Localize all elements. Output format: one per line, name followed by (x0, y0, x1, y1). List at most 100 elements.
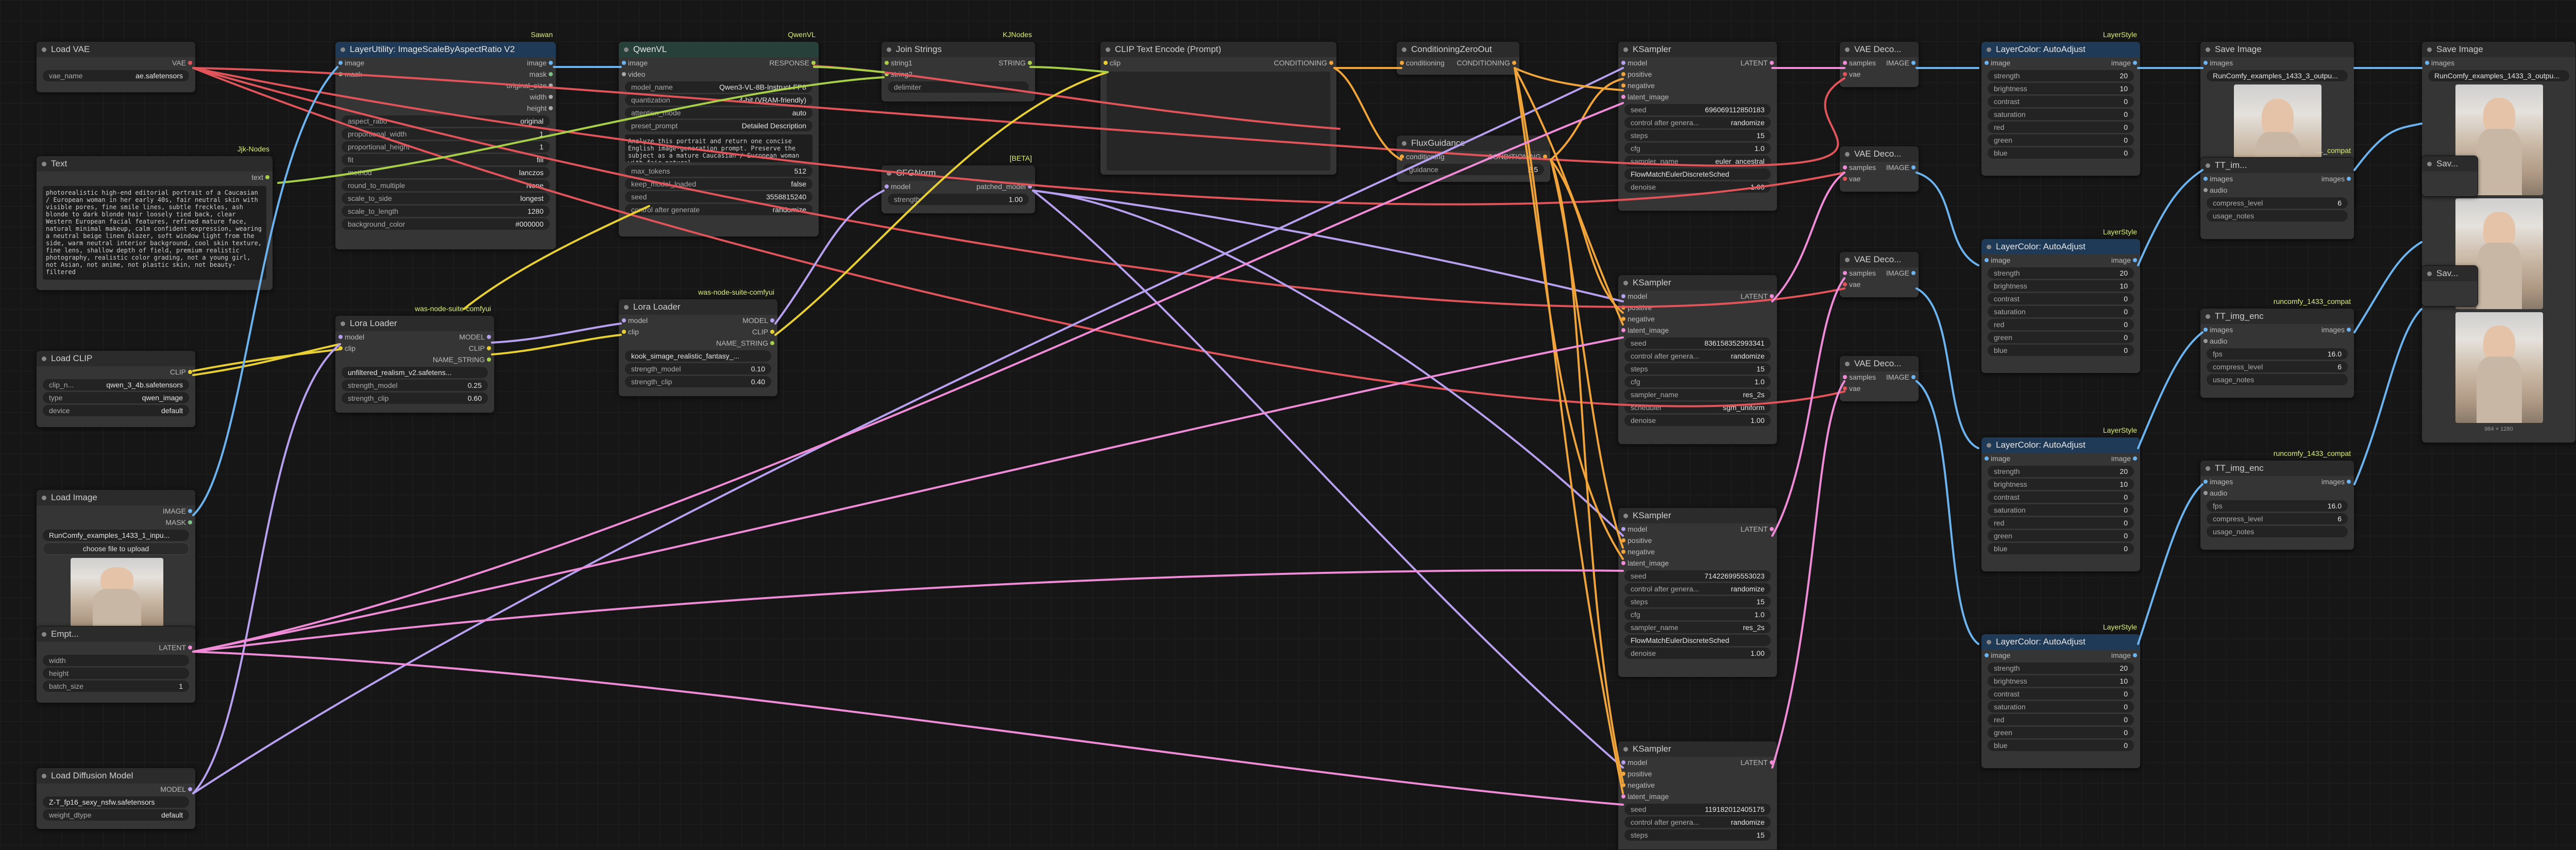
mask-output[interactable]: MASK (165, 518, 186, 526)
load-clip-node[interactable]: Load CLIP CLIP clip_n... qwen_3_4b.safete… (36, 350, 196, 428)
collapse-dot-icon[interactable] (1987, 47, 1991, 52)
saturation-widget[interactable]: saturation 0 (1988, 701, 2134, 712)
upload-button[interactable]: choose file to upload (43, 542, 189, 555)
vae-input[interactable]: vae (1849, 175, 1861, 183)
brightness-widget[interactable]: brightness 10 (1988, 479, 2134, 490)
vae-decode-3-node[interactable]: VAE Deco... samples IMAGE vae (1839, 251, 1919, 298)
quantization-widget[interactable]: quantization 4-bit (VRAM-friendly) (625, 94, 812, 106)
mask-output[interactable]: mask (530, 70, 547, 78)
conditioning-output[interactable]: CONDITIONING (1274, 59, 1327, 67)
green-widget[interactable]: green 0 (1988, 727, 2134, 738)
text-node[interactable]: Jjk-Nodes Text text photorealistic high-… (36, 145, 273, 291)
collapse-dot-icon[interactable] (2206, 163, 2210, 168)
response-output[interactable]: RESPONSE (769, 59, 809, 67)
collapse-dot-icon[interactable] (42, 774, 46, 778)
conditioning-output[interactable]: CONDITIONING (1457, 59, 1510, 67)
model-input[interactable]: model (345, 333, 364, 341)
vae-name-widget[interactable]: vae_name ae.safetensors (43, 70, 189, 81)
samples-input[interactable]: samples (1849, 163, 1876, 172)
strength-widget[interactable]: strength 1.00 (888, 194, 1029, 205)
audio-input[interactable]: audio (2210, 186, 2227, 194)
seed-widget[interactable]: seed 836158352993341 (1624, 337, 1771, 349)
steps-widget[interactable]: steps 15 (1624, 130, 1771, 141)
contrast-widget[interactable]: contrast 0 (1988, 293, 2134, 304)
contrast-widget[interactable]: contrast 0 (1988, 688, 2134, 700)
blue-widget[interactable]: blue 0 (1988, 147, 2134, 159)
collapse-dot-icon[interactable] (624, 47, 629, 52)
scheduler-widget[interactable]: scheduler sgm_uniform (1624, 402, 1771, 413)
image-output[interactable]: IMAGE (163, 507, 186, 515)
latent-image-input[interactable]: latent_image (1628, 326, 1669, 334)
text-output[interactable]: text (251, 173, 263, 181)
seed-widget[interactable]: seed 3558815240 (625, 191, 812, 202)
negative-input[interactable]: negative (1628, 548, 1655, 556)
unet-name-widget[interactable]: Z-T_fp16_sexy_nsfw.safetensors (43, 796, 189, 808)
collapse-dot-icon[interactable] (1623, 747, 1628, 752)
lora-name-widget[interactable]: unfiltered_realism_v2.safetens... (342, 367, 488, 378)
cfg-widget[interactable]: cfg 1.0 (1624, 609, 1771, 620)
saturation-widget[interactable]: saturation 0 (1988, 504, 2134, 516)
audio-input[interactable]: audio (2210, 489, 2227, 497)
image-output[interactable]: image (2111, 59, 2131, 67)
cfg-widget[interactable]: cfg 1.0 (1624, 143, 1771, 154)
seed-widget[interactable]: seed 119182012405175 (1624, 804, 1771, 815)
control-after-generate-widget[interactable]: control after genera... randomize (1624, 117, 1771, 128)
denoise-widget[interactable]: denoise 1.00 (1624, 415, 1771, 426)
red-widget[interactable]: red 0 (1988, 517, 2134, 529)
vae-input[interactable]: vae (1849, 280, 1861, 288)
fps-widget[interactable]: fps 16.0 (2207, 348, 2348, 360)
audio-input[interactable]: audio (2210, 337, 2227, 345)
red-widget[interactable]: red 0 (1988, 122, 2134, 133)
batch-size-widget[interactable]: batch_size 1 (43, 681, 189, 692)
image-input[interactable]: image (345, 59, 364, 67)
images-output[interactable]: images (2321, 326, 2345, 334)
image-output[interactable]: image (2111, 256, 2131, 264)
tt-img-enc-top-node[interactable]: ..._compat TT_im... images images audio c… (2200, 146, 2354, 240)
collapse-dot-icon[interactable] (1987, 245, 1991, 249)
collapse-dot-icon[interactable] (341, 47, 345, 52)
delimiter-widget[interactable]: delimiter (888, 81, 1029, 93)
clip-output[interactable]: CLIP (469, 344, 485, 352)
strength-model-widget[interactable]: strength_model 0.25 (342, 380, 488, 391)
collapse-dot-icon[interactable] (1845, 362, 1850, 366)
images-output[interactable]: images (2321, 478, 2345, 486)
image-output[interactable]: IMAGE (1886, 373, 1909, 381)
collapse-dot-icon[interactable] (341, 321, 345, 326)
image-input[interactable]: image (1991, 59, 2010, 67)
control-after-generate-widget[interactable]: control after genera... randomize (1624, 583, 1771, 594)
usage-notes-widget[interactable]: usage_notes (2207, 526, 2348, 537)
original-size-output[interactable]: original_size (506, 81, 547, 90)
red-widget[interactable]: red 0 (1988, 714, 2134, 725)
blue-widget[interactable]: blue 0 (1988, 740, 2134, 751)
layercolor-autoadjust-4-node[interactable]: LayerStyle LayerColor: AutoAdjust image i… (1981, 623, 2141, 769)
vae-decode-4-node[interactable]: VAE Deco... samples IMAGE vae (1839, 355, 1919, 402)
images-input[interactable]: images (2210, 478, 2233, 486)
guidance-widget[interactable]: guidance 2.5 (1403, 164, 1544, 175)
lora-loader-2-node[interactable]: was-node-suite-comfyui Lora Loader model… (618, 288, 778, 397)
clip-output[interactable]: CLIP (170, 368, 186, 376)
collapse-dot-icon[interactable] (2427, 162, 2432, 166)
save-image-4-node[interactable]: Sav... (2421, 265, 2478, 307)
width-output[interactable]: width (530, 93, 547, 101)
strength-clip-widget[interactable]: strength_clip 0.60 (342, 393, 488, 404)
green-widget[interactable]: green 0 (1988, 530, 2134, 541)
collapse-dot-icon[interactable] (1106, 47, 1110, 52)
control-after-generate-widget[interactable]: control after generate randomize (625, 204, 812, 215)
positive-input[interactable]: positive (1628, 536, 1652, 545)
latent-output[interactable]: LATENT (1740, 525, 1768, 533)
images-input[interactable]: images (2210, 175, 2233, 183)
collapse-dot-icon[interactable] (1623, 281, 1628, 285)
clip-input[interactable]: clip (345, 344, 355, 352)
sampler-name-widget[interactable]: sampler_name res_2s (1624, 622, 1771, 633)
seed-widget[interactable]: seed 696069112850183 (1624, 104, 1771, 115)
flux-guidance-node[interactable]: FluxGuidance conditioning CONDITIONING gu… (1396, 135, 1551, 182)
image-output[interactable]: image (2111, 454, 2131, 463)
load-diffusion-model-node[interactable]: Load Diffusion Model MODEL Z-T_fp16_sexy… (36, 768, 196, 829)
collapse-dot-icon[interactable] (2427, 47, 2432, 52)
collapse-dot-icon[interactable] (1845, 47, 1850, 52)
method-widget[interactable]: method lanczos (342, 167, 550, 178)
clip-text-encode-node[interactable]: CLIP Text Encode (Prompt) clip CONDITIONI… (1100, 41, 1337, 175)
scale-to-side-widget[interactable]: scale_to_side longest (342, 193, 550, 204)
sampler-name-widget[interactable]: sampler_name euler_ancestral (1624, 156, 1771, 167)
positive-input[interactable]: positive (1628, 303, 1652, 312)
